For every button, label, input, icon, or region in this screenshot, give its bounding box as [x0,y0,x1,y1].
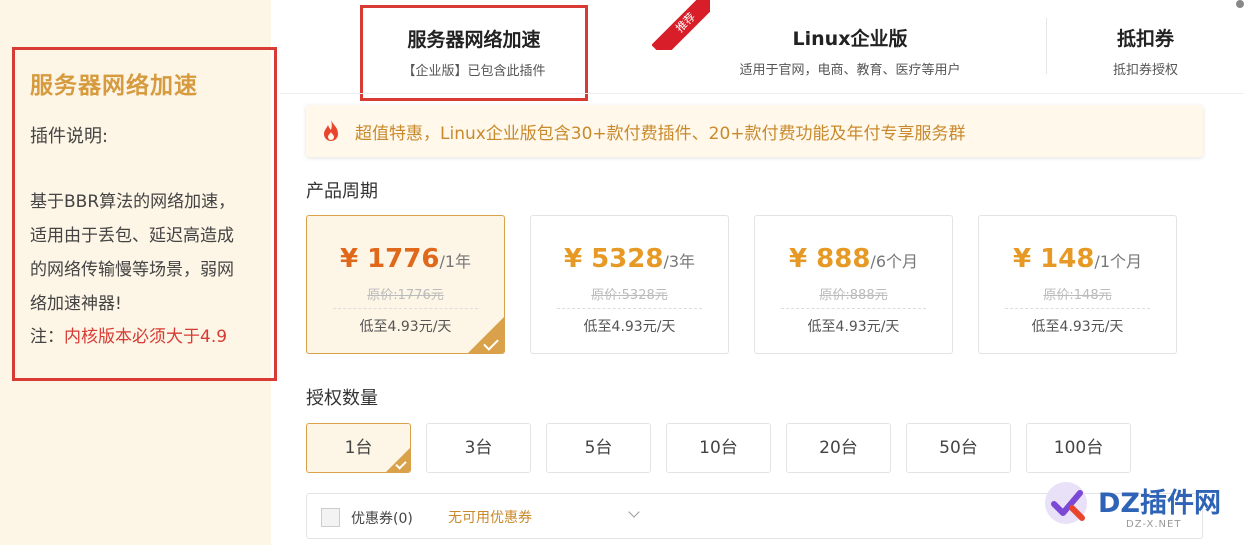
quantity-option-10[interactable]: 10台 [666,423,771,473]
price: ¥ 5328/3年 [563,244,696,274]
tab-linux-enterprise[interactable]: Linux企业版 适用于官网，电商、教育、医疗等用户 [690,0,1010,92]
period-option-1-year[interactable]: ¥ 1776/1年 原价:1776元 低至4.93元/天 [306,215,505,354]
highlight-box-left [12,47,277,381]
dashed-divider [557,308,702,309]
tab-desc: 【企业版】已包含此插件 [402,64,546,79]
daily-price: 低至4.93元/天 [807,319,900,335]
quantity-option-50[interactable]: 50台 [906,423,1011,473]
tab-title: 抵扣券 [1116,28,1174,50]
promo-text: 超值特惠，Linux企业版包含30+款付费插件、20+款付费功能及年付专享服务群 [355,124,966,144]
period-option-6-months[interactable]: ¥ 888/6个月 原价:888元 低至4.93元/天 [754,215,953,354]
daily-price: 低至4.93元/天 [1031,319,1124,335]
quantity-option-1[interactable]: 1台 [306,423,411,473]
dz-logo-icon [1045,482,1087,524]
watermark: DZ插件网 DZ-X.NET [1042,477,1242,539]
quantity-option-100[interactable]: 100台 [1026,423,1131,473]
coupon-select[interactable]: 无可用优惠券 [448,507,532,527]
period-option-3-years[interactable]: ¥ 5328/3年 原价:5328元 低至4.93元/天 [530,215,729,354]
tab-server-network-acceleration[interactable]: 服务器网络加速 【企业版】已包含此插件 [360,5,588,101]
coupon-checkbox[interactable] [321,508,340,527]
tab-desc: 适用于官网，电商、教育、医疗等用户 [739,63,961,78]
period-label: 产品周期 [306,181,378,202]
price: ¥ 888/6个月 [789,244,918,274]
coupon-label: 优惠券(0) [351,511,413,527]
quantity-option-5[interactable]: 5台 [546,423,651,473]
original-price: 原价:1776元 [367,288,444,303]
dashed-divider [333,308,478,309]
price: ¥ 1776/1年 [339,244,472,274]
original-price: 原价:148元 [1043,288,1112,303]
original-price: 原价:5328元 [591,288,668,303]
tab-coupon[interactable]: 抵扣券 抵扣券授权 [1046,18,1244,78]
quantity-option-3[interactable]: 3台 [426,423,531,473]
original-price: 原价:888元 [819,288,888,303]
chevron-down-icon[interactable] [628,506,640,518]
tab-title: 服务器网络加速 [407,29,541,51]
window-edge-dot [1236,0,1244,8]
period-option-1-month[interactable]: ¥ 148/1个月 原价:148元 低至4.93元/天 [978,215,1177,354]
daily-price: 低至4.93元/天 [583,319,676,335]
quantity-label: 授权数量 [306,388,378,409]
dashed-divider [781,308,926,309]
watermark-text: DZ插件网 [1098,488,1221,519]
tab-desc: 抵扣券授权 [1112,63,1178,78]
tab-divider [280,93,1244,94]
dashed-divider [1005,308,1150,309]
tab-title: Linux企业版 [792,28,908,50]
promo-banner: 超值特惠，Linux企业版包含30+款付费插件、20+款付费功能及年付专享服务群 [306,105,1203,157]
price: ¥ 148/1个月 [1013,244,1142,274]
watermark-sub: DZ-X.NET [1126,519,1182,530]
quantity-option-20[interactable]: 20台 [786,423,891,473]
fire-icon [324,120,338,141]
